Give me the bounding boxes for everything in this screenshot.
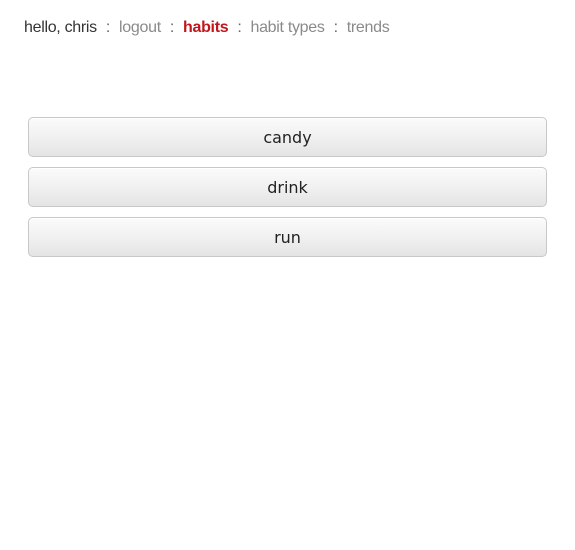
- habits-link[interactable]: habits: [183, 19, 229, 37]
- habit-types-link[interactable]: habit types: [250, 19, 324, 37]
- nav-separator: :: [237, 19, 242, 36]
- habit-list: candy drink run: [28, 117, 547, 267]
- nav-separator: :: [333, 19, 338, 36]
- habit-button-candy[interactable]: candy: [28, 117, 547, 157]
- nav-separator: :: [169, 19, 174, 36]
- nav-separator: :: [105, 19, 111, 36]
- top-navigation: hello, chris : logout : habits : habit t…: [24, 17, 390, 39]
- trends-link[interactable]: trends: [347, 19, 390, 37]
- logout-link[interactable]: logout: [119, 19, 161, 37]
- habit-button-run[interactable]: run: [28, 217, 547, 257]
- user-greeting: hello, chris: [24, 19, 97, 36]
- habit-button-drink[interactable]: drink: [28, 167, 547, 207]
